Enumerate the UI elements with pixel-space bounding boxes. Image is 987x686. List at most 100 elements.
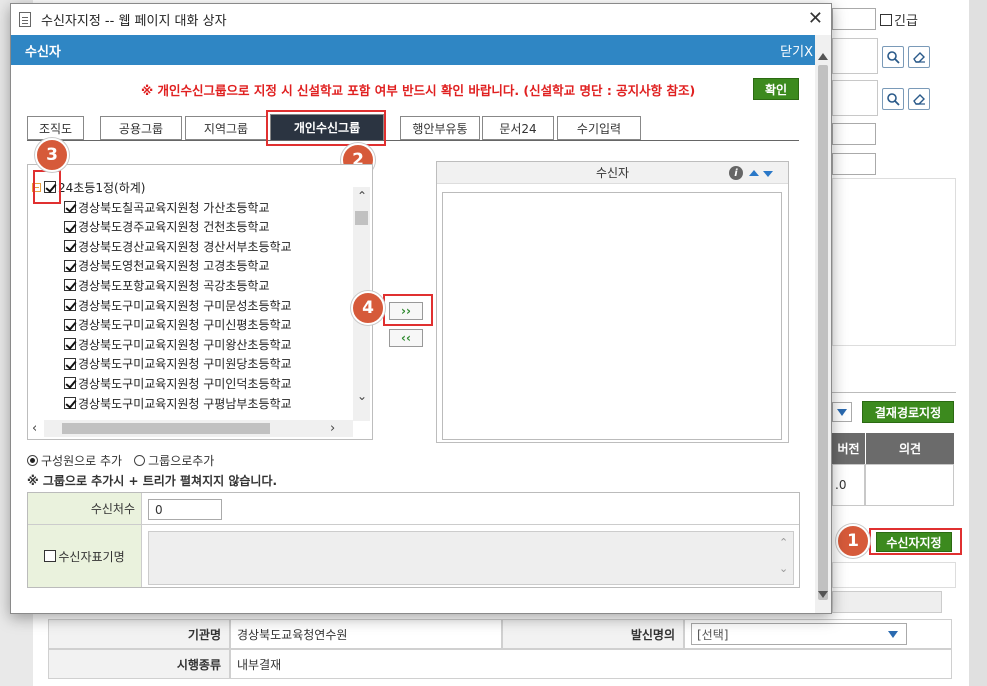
tab-region-group[interactable]: 지역그룹: [185, 116, 267, 140]
group-tree: 24초등1정(하계) 경상북도칠곡교육지원청 가산초등학교 경상북도경주교육지원청…: [27, 164, 373, 440]
text-field[interactable]: [832, 153, 876, 175]
tree-item[interactable]: 경상북도구미교육지원청 구평남부초등학교: [64, 393, 292, 413]
tree-item-label: 경상북도구미교육지원청 구미인덕초등학교: [78, 376, 292, 391]
exec-type-label: 시행종류: [48, 649, 230, 679]
search-icon[interactable]: [882, 46, 904, 68]
tab-mois-distribution[interactable]: 행안부유통: [400, 116, 480, 140]
tree-item-label: 경상북도구미교육지원청 구미원당초등학교: [78, 357, 292, 372]
scroll-thumb[interactable]: [818, 65, 828, 600]
tree-item-label: 경상북도영천교육지원청 고경초등학교: [78, 259, 270, 274]
tree-item[interactable]: 경상북도포항교육지원청 곡강초등학교: [64, 275, 270, 295]
recipient-form: 수신처수 0 수신자표기명 ⌃ ⌄: [27, 492, 800, 588]
urgent-checkbox[interactable]: [880, 13, 892, 26]
urgent-option[interactable]: 긴급: [880, 10, 918, 29]
display-name-checkbox[interactable]: [44, 550, 57, 562]
window-title: 수신자지정 -- 웹 페이지 대화 상자: [41, 13, 227, 29]
tree-item-checkbox[interactable]: [64, 338, 76, 351]
tree-item-label: 경상북도구미교육지원청 구미신평초등학교: [78, 318, 292, 333]
scroll-down-icon[interactable]: ⌄: [779, 562, 788, 575]
content-area: [832, 178, 956, 346]
tab-org-chart[interactable]: 조직도: [27, 116, 84, 140]
tree-item-label: 경상북도포항교육지원청 곡강초등학교: [78, 278, 270, 293]
scroll-down-icon[interactable]: [818, 591, 828, 598]
tree-item[interactable]: 경상북도구미교육지원청 구미문성초등학교: [64, 295, 292, 315]
step-2-highlight: [266, 110, 386, 146]
comment-header: 의견: [866, 433, 954, 464]
scroll-up-icon[interactable]: [818, 53, 828, 60]
recipient-box-1[interactable]: [832, 38, 878, 74]
move-down-icon[interactable]: [763, 171, 773, 177]
scroll-down-icon[interactable]: ⌄: [357, 389, 367, 403]
divider: [832, 392, 956, 393]
tree-item-label: 경상북도구미교육지원청 구미문성초등학교: [78, 298, 292, 313]
sender-select[interactable]: [선택]: [691, 623, 907, 645]
recipients-list[interactable]: [442, 192, 782, 440]
tree-item-checkbox[interactable]: [64, 220, 76, 233]
display-name-label: 수신자표기명: [58, 549, 125, 564]
scroll-up-icon[interactable]: ⌃: [357, 189, 367, 203]
tab-manual-input[interactable]: 수기입력: [557, 116, 641, 140]
scroll-thumb[interactable]: [355, 211, 368, 225]
recipient-dialog: 수신자지정 -- 웹 페이지 대화 상자 ✕ 수신자 닫기X ※ 개인수신그룹으…: [10, 3, 832, 614]
tree-item[interactable]: 경상북도구미교육지원청 구미원당초등학교: [64, 354, 292, 374]
info-icon[interactable]: i: [729, 166, 743, 180]
select-dropdown[interactable]: [832, 402, 852, 422]
tree-item-checkbox[interactable]: [64, 318, 76, 331]
tree-item[interactable]: 경상북도영천교육지원청 고경초등학교: [64, 256, 270, 276]
radio-group-label[interactable]: 그룹으로추가: [148, 452, 214, 469]
eraser-icon[interactable]: [908, 88, 930, 110]
tree-item-checkbox[interactable]: [64, 279, 76, 292]
tree-item-label: 경상북도구미교육지원청 구미왕산초등학교: [78, 337, 292, 352]
tree-item-checkbox[interactable]: [64, 377, 76, 390]
page-scrollbar[interactable]: [969, 0, 987, 686]
move-up-icon[interactable]: [749, 170, 759, 176]
radio-member[interactable]: [27, 455, 38, 466]
tree-item[interactable]: 경상북도경주교육지원청 건천초등학교: [64, 217, 270, 237]
chevron-down-icon: [837, 408, 847, 416]
approval-route-button[interactable]: 결재경로지정: [862, 401, 954, 423]
confirm-button[interactable]: 확인: [753, 78, 799, 100]
scroll-up-icon[interactable]: ⌃: [779, 536, 788, 549]
urgent-label: 긴급: [894, 14, 918, 29]
tree-item-label: 경상북도구미교육지원청 구평남부초등학교: [78, 396, 292, 411]
recipient-count-input[interactable]: 0: [148, 499, 222, 520]
tab-doc24[interactable]: 문서24: [482, 116, 554, 140]
scroll-right-icon[interactable]: ›: [330, 421, 335, 436]
urgent-field[interactable]: [832, 8, 876, 30]
step-badge-4: 4: [351, 291, 385, 325]
tree-horizontal-scrollbar[interactable]: [44, 420, 353, 437]
close-icon[interactable]: ✕: [808, 8, 823, 29]
dialog-scrollbar[interactable]: [815, 35, 831, 613]
scroll-thumb[interactable]: [62, 423, 270, 434]
tree-item[interactable]: 경상북도구미교육지원청 구미왕산초등학교: [64, 334, 292, 354]
tree-item-checkbox[interactable]: [64, 357, 76, 370]
tree-item[interactable]: 경상북도구미교육지원청 구미신평초등학교: [64, 315, 292, 335]
tree-item[interactable]: 경상북도칠곡교육지원청 가산초등학교: [64, 197, 270, 217]
tree-item-checkbox[interactable]: [64, 240, 76, 253]
recipient-box-2[interactable]: [832, 80, 878, 116]
group-note: ※ 그룹으로 추가시 + 트리가 펼쳐지지 않습니다.: [27, 474, 278, 488]
search-icon[interactable]: [882, 88, 904, 110]
tree-item-checkbox[interactable]: [64, 397, 76, 409]
radio-member-label[interactable]: 구성원으로 추가: [41, 452, 122, 469]
scroll-left-icon[interactable]: ‹: [32, 421, 37, 436]
recipients-panel: 수신자 i: [436, 161, 789, 443]
tree-item-checkbox[interactable]: [64, 259, 76, 272]
window-titlebar: 수신자지정 -- 웹 페이지 대화 상자 ✕: [11, 4, 831, 34]
text-field[interactable]: [832, 123, 876, 145]
recipient-count-cell: 0: [142, 493, 799, 525]
document-icon: [19, 11, 31, 27]
tree-item[interactable]: 경상북도경산교육지원청 경산서부초등학교: [64, 236, 292, 256]
tree-item[interactable]: 경상북도구미교육지원청 구미인덕초등학교: [64, 373, 292, 393]
radio-group[interactable]: [134, 455, 146, 466]
eraser-icon[interactable]: [908, 46, 930, 68]
remove-recipient-button[interactable]: ‹‹: [389, 329, 423, 347]
tab-public-group[interactable]: 공용그룹: [100, 116, 182, 140]
tree-item-label: 경상북도경산교육지원청 경산서부초등학교: [78, 239, 292, 254]
tree-item-checkbox[interactable]: [64, 299, 76, 311]
tree-items: 경상북도칠곡교육지원청 가산초등학교 경상북도경주교육지원청 건천초등학교경상북도…: [28, 165, 352, 419]
sender-label: 발신명의: [502, 619, 684, 649]
tree-item-checkbox[interactable]: [64, 201, 76, 213]
close-link[interactable]: 닫기X: [780, 41, 813, 60]
display-name-textarea[interactable]: ⌃ ⌄: [148, 531, 794, 585]
